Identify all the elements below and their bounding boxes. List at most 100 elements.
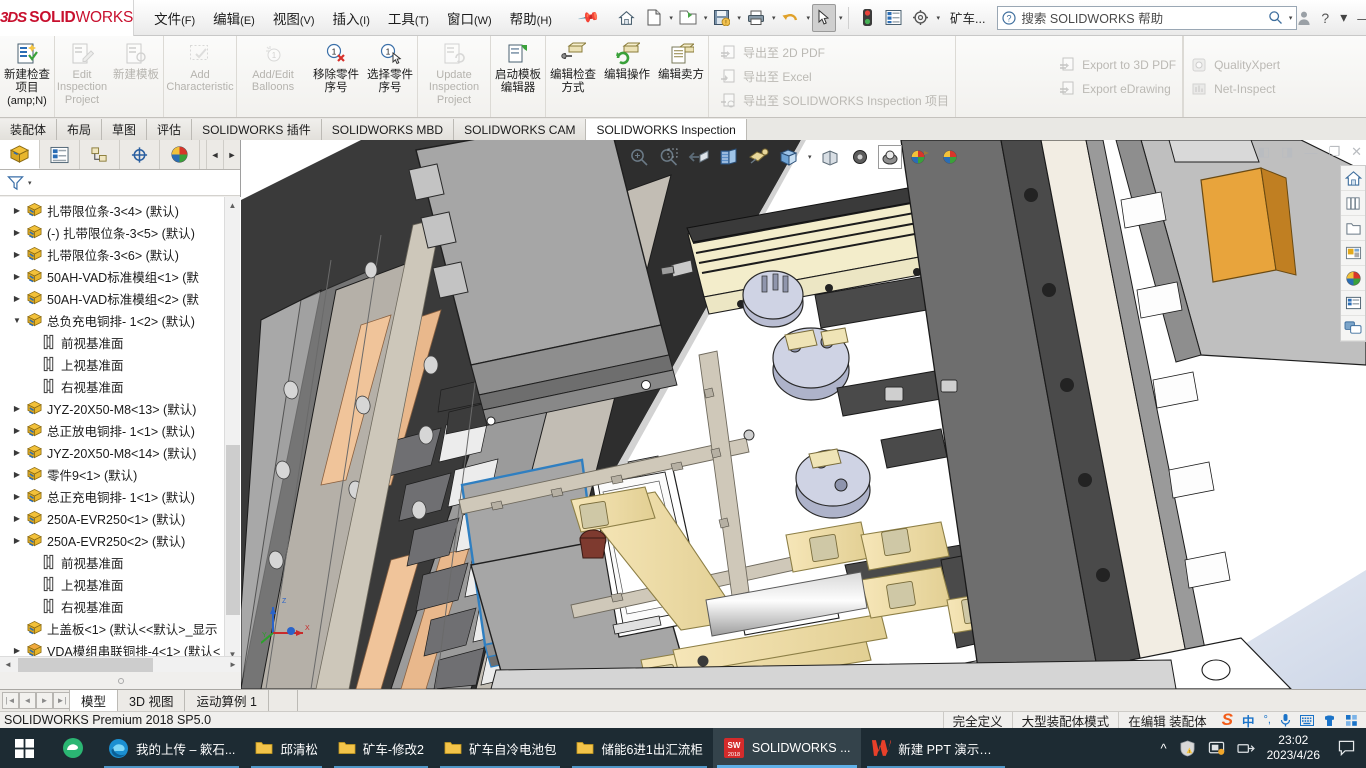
sogou-ime-icon[interactable]: S <box>1222 710 1233 730</box>
tree-node[interactable]: ▶ 总正放电铜排- 1<1> (默认) <box>0 419 241 441</box>
tree-node[interactable]: ▶ 扎带限位条-3<6> (默认) <box>0 243 241 265</box>
add-characteristic-button[interactable]: Add Characteristic <box>164 36 236 117</box>
view-tab-first-button[interactable]: |◄ <box>2 692 19 709</box>
edit-operation-button[interactable]: 编辑操作 <box>600 36 654 117</box>
zoom-to-area-icon[interactable] <box>657 145 681 169</box>
hide-show-items-icon[interactable] <box>818 145 842 169</box>
open-folder-icon[interactable] <box>675 4 701 32</box>
tree-node[interactable]: ▶ 零件9<1> (默认) <box>0 463 241 485</box>
view-tab-model[interactable]: 模型 <box>69 690 118 711</box>
tree-node[interactable]: ▶ 50AH-VAD标准模组<2> (默 <box>0 287 241 309</box>
custom-properties-icon[interactable] <box>1341 291 1365 316</box>
menu-tools[interactable]: 工具(T) <box>386 5 431 31</box>
taskbar-item-solidworks[interactable]: SW2018 SOLIDWORKS ... <box>713 728 861 768</box>
feature-manager-tab[interactable] <box>0 140 40 169</box>
network-icon[interactable] <box>1208 740 1225 757</box>
tree-collapse-toggle[interactable]: ▼ <box>10 316 24 325</box>
menu-file[interactable]: 文件(F) <box>152 5 197 31</box>
help-caret[interactable]: ▾ <box>1340 9 1347 26</box>
help-search-box[interactable]: ? 搜索 SOLIDWORKS 帮助 ▾ <box>997 6 1297 30</box>
view-tab-motion-study[interactable]: 运动算例 1 <box>184 690 268 711</box>
search-input[interactable]: 搜索 SOLIDWORKS 帮助 <box>1021 8 1262 27</box>
print-icon[interactable] <box>743 4 769 32</box>
tree-scroll-right-button[interactable]: ► <box>225 660 241 669</box>
tab-solidworks-cam[interactable]: SOLIDWORKS CAM <box>454 119 586 140</box>
tree-vertical-scrollbar[interactable]: ▲ ▼ <box>224 197 240 662</box>
tree-node[interactable]: 右视基准面 <box>0 375 241 397</box>
feature-tree[interactable]: ▶ 扎带限位条-3<4> (默认)▶ (-) 扎带限位条-3<5> (默认)▶ … <box>0 197 241 662</box>
view-tab-3d-views[interactable]: 3D 视图 <box>117 690 185 711</box>
tree-expand-toggle[interactable]: ▶ <box>10 228 24 237</box>
menu-help[interactable]: 帮助(H) <box>508 5 554 31</box>
tree-expand-toggle[interactable]: ▶ <box>10 426 24 435</box>
view-settings-icon[interactable] <box>908 145 932 169</box>
configuration-manager-tab[interactable] <box>80 140 120 169</box>
remove-balloon-button[interactable]: 1 移除零件序号 <box>309 36 363 117</box>
panel-splitter-handle[interactable] <box>118 678 124 684</box>
tree-scroll-left-button[interactable]: ◄ <box>0 660 16 669</box>
add-edit-balloons-button[interactable]: 1 Add/Edit Balloons <box>237 36 309 117</box>
property-manager-tab[interactable] <box>40 140 80 169</box>
tree-hscroll-thumb[interactable] <box>18 658 153 672</box>
design-library-icon[interactable] <box>1341 191 1365 216</box>
edit-appearance-icon[interactable] <box>848 145 872 169</box>
tree-filter-bar[interactable]: ▾ <box>0 170 240 196</box>
tree-expand-toggle[interactable]: ▶ <box>10 272 24 281</box>
display-style-caret[interactable]: ▾ <box>808 153 812 161</box>
view-palette-icon[interactable] <box>1341 241 1365 266</box>
tree-node[interactable]: ▶ 总正充电铜排- 1<1> (默认) <box>0 485 241 507</box>
tree-expand-toggle[interactable]: ▶ <box>10 514 24 523</box>
edit-inspection-method-button[interactable]: 编辑检查方式 <box>546 36 600 117</box>
appearances-scenes-icon[interactable] <box>1341 266 1365 291</box>
edit-inspection-project-button[interactable]: Edit Inspection Project <box>55 36 109 117</box>
ime-chinese-mode[interactable]: 中 <box>1242 711 1255 730</box>
tile-left-button[interactable]: ◧ <box>1258 144 1270 160</box>
new-template-button[interactable]: 新建模板 <box>109 36 163 117</box>
taskbar-item-folder-battery[interactable]: 矿车自冷电池包 <box>434 728 567 768</box>
taskbar-item-folder-qiuqingsong[interactable]: 邱清松 <box>245 728 328 768</box>
save-caret[interactable]: ▾ <box>737 14 741 22</box>
tree-node[interactable]: ▶ JYZ-20X50-M8<13> (默认) <box>0 397 241 419</box>
edit-vendor-button[interactable]: 编辑卖方 <box>654 36 708 117</box>
file-explorer-icon[interactable] <box>1341 216 1365 241</box>
tree-horizontal-scrollbar[interactable]: ◄ ► <box>0 656 241 672</box>
new-inspection-project-button[interactable]: 新建检查项目 (amp;N) <box>0 36 54 117</box>
previous-view-icon[interactable] <box>687 145 711 169</box>
open-caret[interactable]: ▾ <box>704 14 708 22</box>
tab-solidworks-inspection[interactable]: SOLIDWORKS Inspection <box>586 119 746 140</box>
tree-node[interactable]: 上盖板<1> (默认<<默认>_显示 <box>0 617 241 639</box>
options-list-icon[interactable] <box>881 4 906 32</box>
tree-node[interactable]: 上视基准面 <box>0 353 241 375</box>
tree-expand-toggle[interactable]: ▶ <box>10 206 24 215</box>
tree-node[interactable]: ▶ 250A-EVR250<1> (默认) <box>0 507 241 529</box>
task-pane-home-icon[interactable] <box>1341 166 1365 191</box>
settings-caret[interactable]: ▾ <box>936 14 940 22</box>
view-tab-prev-button[interactable]: ◄ <box>19 692 36 709</box>
restore-doc-button[interactable]: ❐ <box>1328 144 1340 160</box>
display-manager-tab[interactable] <box>160 140 200 169</box>
select-arrow-icon[interactable] <box>812 4 836 32</box>
ime-toolbox-icon[interactable] <box>1345 714 1358 727</box>
view-tab-next-button[interactable]: ► <box>36 692 53 709</box>
tab-layout[interactable]: 布局 <box>57 119 102 140</box>
tree-scroll-up-button[interactable]: ▲ <box>225 197 240 213</box>
tree-node[interactable]: 右视基准面 <box>0 595 241 617</box>
tree-expand-toggle[interactable]: ▶ <box>10 536 24 545</box>
export-3d-pdf-button[interactable]: Export to 3D PDF <box>1058 54 1176 75</box>
rebuild-icon[interactable] <box>855 4 879 32</box>
manager-tab-next-button[interactable]: ► <box>223 140 240 169</box>
tree-node[interactable]: ▶ 扎带限位条-3<4> (默认) <box>0 199 241 221</box>
ime-voice-input-icon[interactable] <box>1280 713 1291 727</box>
action-center-icon[interactable] <box>1332 740 1360 756</box>
pin-icon[interactable]: 📌 <box>577 6 601 30</box>
manager-tab-prev-button[interactable]: ◄ <box>206 140 223 169</box>
select-caret[interactable]: ▾ <box>839 14 843 22</box>
view-orientation-icon[interactable] <box>747 145 771 169</box>
tree-expand-toggle[interactable]: ▶ <box>10 470 24 479</box>
print-caret[interactable]: ▾ <box>772 14 776 22</box>
zoom-to-fit-icon[interactable] <box>627 145 651 169</box>
filter-caret-icon[interactable]: ▾ <box>28 179 32 187</box>
view-tab-empty[interactable] <box>268 690 298 711</box>
tree-node[interactable]: ▶ (-) 扎带限位条-3<5> (默认) <box>0 221 241 243</box>
export-edrawing-button[interactable]: Export eDrawing <box>1058 78 1176 99</box>
